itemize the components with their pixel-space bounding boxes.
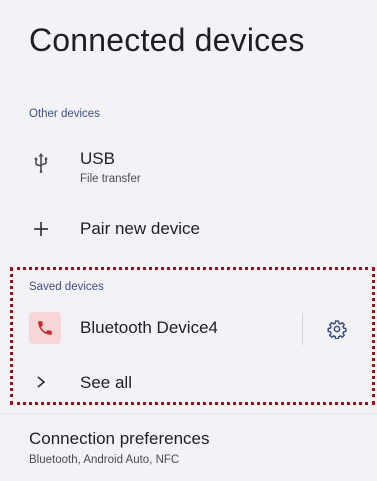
connection-preferences-title: Connection preferences xyxy=(29,429,210,448)
pair-new-device-row[interactable]: Pair new device xyxy=(0,206,377,252)
vertical-divider xyxy=(302,313,303,345)
pair-new-device-label: Pair new device xyxy=(80,219,201,238)
usb-row[interactable]: USB File transfer xyxy=(0,140,377,196)
divider xyxy=(0,413,377,414)
chevron-right-icon xyxy=(29,370,53,394)
section-header-other-devices: Other devices xyxy=(29,108,100,120)
gear-icon xyxy=(327,319,347,339)
usb-title: USB xyxy=(80,149,115,168)
section-header-saved-devices: Saved devices xyxy=(29,281,104,293)
see-all-row[interactable]: See all xyxy=(0,362,377,402)
connection-preferences-subtitle: Bluetooth, Android Auto, NFC xyxy=(29,454,180,466)
phone-icon xyxy=(29,312,61,344)
device-settings-button[interactable] xyxy=(324,316,350,342)
usb-icon xyxy=(29,151,53,175)
plus-icon xyxy=(29,217,53,241)
see-all-label: See all xyxy=(80,373,132,392)
bluetooth-device-title: Bluetooth Device4 xyxy=(80,318,218,337)
connection-preferences-row[interactable]: Connection preferences Bluetooth, Androi… xyxy=(0,420,377,476)
usb-subtitle: File transfer xyxy=(80,173,141,185)
page-title: Connected devices xyxy=(29,22,305,58)
